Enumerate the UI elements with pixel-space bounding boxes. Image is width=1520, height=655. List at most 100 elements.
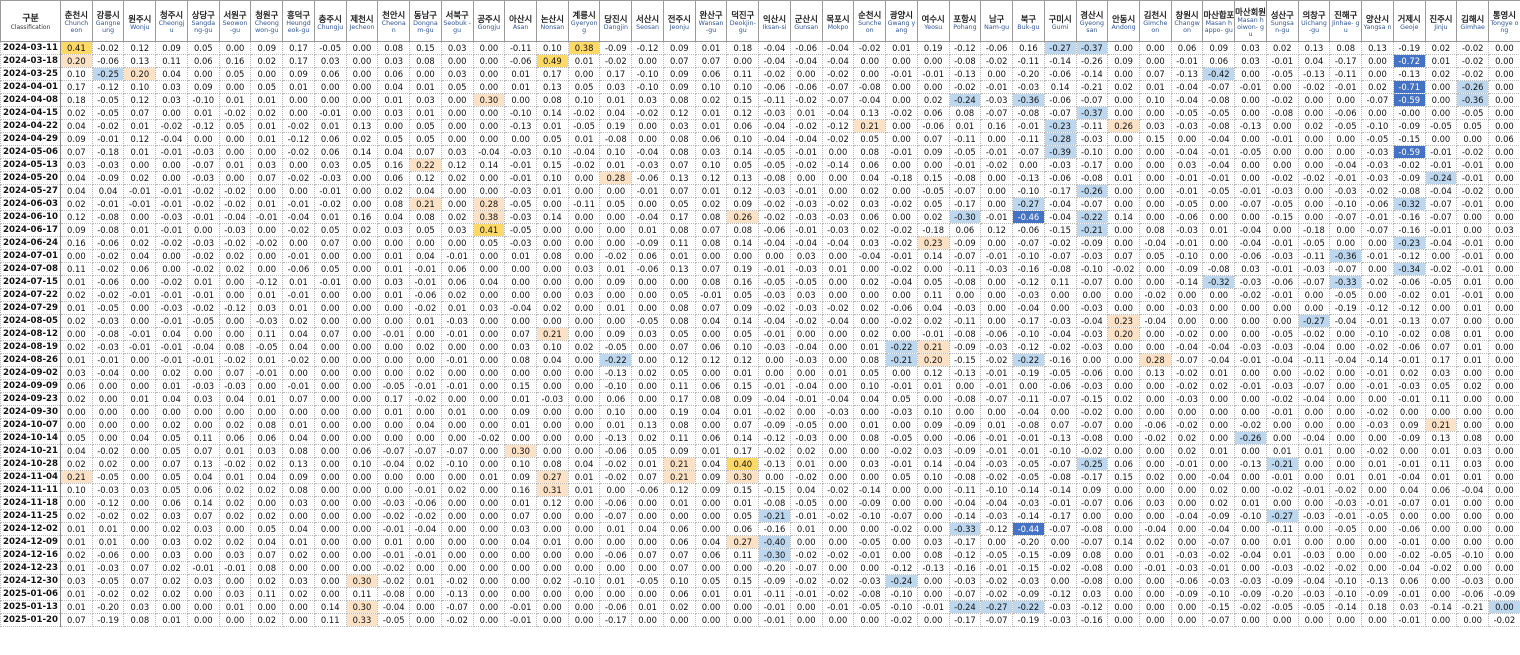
data-cell[interactable]: 0.00	[1107, 431, 1140, 445]
data-cell[interactable]: 0.01	[440, 405, 474, 419]
data-cell[interactable]: 0.01	[282, 301, 315, 315]
data-cell[interactable]: 0.00	[409, 327, 442, 341]
data-cell[interactable]: 0.00	[916, 496, 950, 510]
data-cell[interactable]: -0.03	[440, 314, 474, 328]
data-cell[interactable]: 0.00	[1170, 314, 1204, 328]
data-cell[interactable]: -0.01	[789, 223, 823, 237]
data-cell[interactable]: -0.12	[821, 119, 855, 133]
data-cell[interactable]: -0.07	[1012, 145, 1045, 159]
data-cell[interactable]: -0.02	[1265, 171, 1299, 185]
data-cell[interactable]: 0.15	[1107, 470, 1140, 484]
data-cell[interactable]: 0.05	[916, 275, 950, 289]
data-cell[interactable]: 0.14	[313, 600, 347, 614]
data-cell[interactable]: 0.09	[1392, 418, 1426, 432]
data-cell[interactable]: -0.01	[1424, 158, 1458, 172]
data-cell[interactable]: 0.00	[631, 405, 664, 419]
data-cell[interactable]: 0.05	[885, 470, 918, 484]
data-cell[interactable]: -0.01	[155, 353, 188, 367]
row-date-cell[interactable]: 2024-06-03	[0, 197, 61, 211]
data-cell[interactable]: -0.14	[1075, 67, 1109, 81]
data-cell[interactable]: -0.05	[1424, 548, 1458, 562]
data-cell[interactable]: 0.09	[599, 327, 633, 341]
data-cell[interactable]: 0.01	[60, 522, 93, 536]
data-cell[interactable]: 0.00	[1138, 509, 1172, 523]
data-cell[interactable]: 0.00	[313, 522, 347, 536]
data-cell[interactable]: 0.08	[662, 93, 696, 107]
data-cell[interactable]: 0.00	[1329, 236, 1363, 250]
data-cell[interactable]: 0.00	[567, 392, 601, 406]
data-cell[interactable]: 0.00	[599, 210, 633, 224]
data-cell[interactable]: -0.37	[1075, 41, 1109, 55]
data-cell[interactable]: 0.00	[472, 457, 506, 471]
data-cell[interactable]: 0.17	[536, 67, 569, 81]
data-cell[interactable]: 0.00	[1488, 522, 1520, 536]
data-cell[interactable]: 0.00	[218, 405, 252, 419]
data-cell[interactable]: 0.06	[726, 522, 760, 536]
data-cell[interactable]: 0.00	[567, 613, 601, 627]
data-cell[interactable]: -0.05	[789, 418, 823, 432]
data-cell[interactable]: -0.01	[1265, 405, 1299, 419]
data-cell[interactable]: -0.01	[377, 522, 411, 536]
data-cell[interactable]: -0.08	[1075, 171, 1109, 185]
data-cell[interactable]: 0.00	[1170, 405, 1204, 419]
data-cell[interactable]: -0.01	[916, 67, 950, 81]
data-cell[interactable]: -0.01	[885, 67, 918, 81]
data-cell[interactable]: 0.00	[345, 54, 379, 68]
data-cell[interactable]: 0.00	[536, 561, 569, 575]
data-cell[interactable]: -0.01	[1361, 249, 1394, 263]
data-cell[interactable]: 0.00	[567, 405, 601, 419]
data-cell[interactable]: -0.11	[948, 132, 982, 146]
data-cell[interactable]: 0.00	[1424, 535, 1458, 549]
data-cell[interactable]: 0.00	[1392, 509, 1426, 523]
data-cell[interactable]: 0.10	[694, 80, 728, 94]
data-cell[interactable]: 0.00	[377, 119, 411, 133]
data-cell[interactable]: 0.17	[282, 41, 315, 55]
data-cell[interactable]: 0.01	[1424, 288, 1458, 302]
data-cell[interactable]: 0.12	[536, 496, 569, 510]
data-cell[interactable]: 0.01	[1202, 366, 1236, 380]
data-cell[interactable]: 0.03	[662, 119, 696, 133]
data-cell[interactable]: 0.03	[313, 158, 347, 172]
data-cell[interactable]: 0.00	[567, 184, 601, 198]
data-cell[interactable]: -0.02	[282, 145, 315, 159]
data-cell[interactable]: -0.02	[250, 236, 284, 250]
data-cell[interactable]: 0.00	[345, 418, 379, 432]
data-cell[interactable]: -0.01	[789, 145, 823, 159]
data-cell[interactable]: -0.01	[1361, 496, 1394, 510]
data-cell[interactable]: -0.13	[1043, 431, 1077, 445]
row-date-cell[interactable]: 2024-12-23	[0, 561, 61, 575]
data-cell[interactable]: -0.15	[1265, 210, 1299, 224]
data-cell[interactable]: -0.01	[1456, 171, 1490, 185]
data-cell[interactable]: -0.06	[789, 80, 823, 94]
data-cell[interactable]: -0.04	[1329, 353, 1363, 367]
data-cell[interactable]: 0.00	[1107, 405, 1140, 419]
data-cell[interactable]: -0.02	[1075, 444, 1109, 458]
data-cell[interactable]: 0.00	[440, 418, 474, 432]
data-cell[interactable]: 0.09	[282, 470, 315, 484]
data-cell[interactable]: 0.00	[282, 158, 315, 172]
data-cell[interactable]: -0.07	[948, 587, 982, 601]
data-cell[interactable]: 0.08	[694, 236, 728, 250]
data-cell[interactable]: -0.03	[1392, 379, 1426, 393]
data-cell[interactable]: 0.13	[1424, 431, 1458, 445]
data-cell[interactable]: 0.01	[440, 301, 474, 315]
data-cell[interactable]: -0.01	[916, 600, 950, 614]
data-cell[interactable]: 0.00	[345, 262, 379, 276]
data-cell[interactable]: 0.02	[916, 93, 950, 107]
data-cell[interactable]: -0.02	[1297, 366, 1331, 380]
data-cell[interactable]: 0.09	[186, 80, 220, 94]
data-cell[interactable]: 0.02	[91, 457, 125, 471]
data-cell[interactable]: 0.07	[409, 145, 442, 159]
data-cell[interactable]: 0.03	[377, 223, 411, 237]
data-cell[interactable]: 0.02	[1170, 444, 1204, 458]
data-cell[interactable]: 0.00	[726, 54, 760, 68]
data-cell[interactable]: -0.02	[1392, 327, 1426, 341]
column-header[interactable]: 공주시 Gongju	[472, 0, 506, 42]
data-cell[interactable]: 0.00	[821, 275, 855, 289]
data-cell[interactable]: -0.02	[758, 197, 791, 211]
data-cell[interactable]: 0.08	[694, 210, 728, 224]
data-cell[interactable]: 0.00	[821, 171, 855, 185]
data-cell[interactable]: 0.00	[472, 288, 506, 302]
data-cell[interactable]: -0.03	[1170, 301, 1204, 315]
data-cell[interactable]: 0.00	[186, 587, 220, 601]
